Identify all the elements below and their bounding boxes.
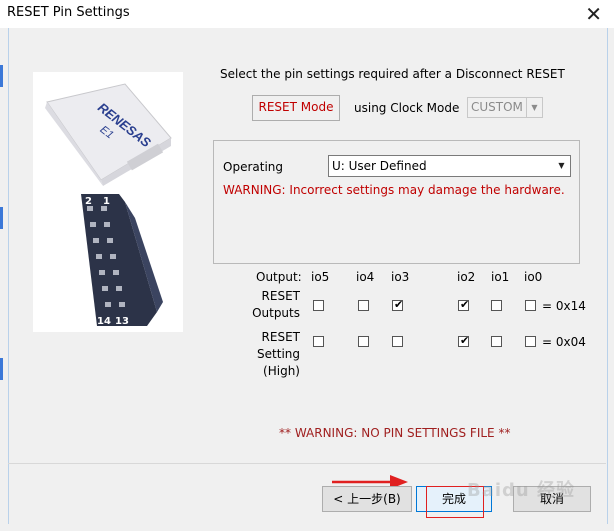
pin-checkbox-io1[interactable]	[491, 336, 502, 347]
device-image-panel: RENESAS E1 2 1 14 13	[33, 72, 183, 332]
pin-connector-icon: 2 1 14 13	[81, 194, 163, 327]
dropdown-arrow-icon: ▼	[558, 161, 565, 170]
reset-setting-value: = 0x04	[542, 335, 586, 349]
hardware-warning-text: WARNING: Incorrect settings may damage t…	[223, 183, 565, 197]
check-icon: ✔	[394, 298, 404, 311]
clock-mode-dropdown[interactable]: CUSTOM ▼	[467, 97, 543, 118]
close-icon[interactable]: ✕	[585, 2, 602, 26]
reset-outputs-label: RESET Outputs	[252, 289, 300, 320]
pin-checkbox-io4[interactable]	[358, 300, 369, 311]
pin-checkbox-io2[interactable]: ✔	[458, 334, 470, 347]
clock-mode-value: CUSTOM	[471, 100, 523, 114]
title-bar: RESET Pin Settings ✕	[0, 0, 614, 29]
svg-text:1: 1	[103, 196, 110, 207]
svg-text:13: 13	[115, 316, 129, 327]
footer-separator	[8, 463, 606, 464]
pin-checkbox-io1[interactable]	[491, 300, 502, 311]
svg-text:2: 2	[85, 196, 92, 207]
pin-file-warning: ** WARNING: NO PIN SETTINGS FILE **	[279, 426, 511, 440]
dropdown-arrow-icon: ▼	[526, 98, 542, 117]
pin-checkbox-io5[interactable]	[313, 336, 324, 347]
left-edge	[0, 28, 8, 531]
instruction-text: Select the pin settings required after a…	[220, 67, 565, 81]
operating-mode-label: Operating Mode	[223, 160, 283, 174]
operating-mode-dropdown[interactable]: U: User Defined ▼	[328, 155, 571, 177]
window-title: RESET Pin Settings	[7, 5, 130, 20]
output-header-label: Output:	[256, 270, 302, 284]
column-io4: io4	[356, 270, 375, 284]
reset-outputs-value: = 0x14	[542, 299, 586, 313]
pin-checkbox-io3[interactable]	[392, 336, 403, 347]
column-io5: io5	[311, 270, 330, 284]
baidu-watermark: Baidu 经验	[467, 480, 576, 501]
emulator-device-icon: RENESAS E1	[45, 83, 172, 186]
svg-text:14: 14	[97, 316, 111, 327]
column-io1: io1	[491, 270, 510, 284]
column-io3: io3	[391, 270, 410, 284]
check-icon: ✔	[460, 298, 470, 311]
column-io0: io0	[524, 270, 543, 284]
column-io2: io2	[457, 270, 476, 284]
pin-checkbox-io0[interactable]	[525, 300, 536, 311]
using-clock-mode-label: using Clock Mode	[354, 101, 460, 115]
operating-mode-value: U: User Defined	[332, 159, 427, 173]
bottom-edge	[0, 524, 614, 531]
reset-mode-button[interactable]: RESET Mode	[252, 95, 340, 121]
pin-checkbox-io0[interactable]	[525, 336, 536, 347]
check-icon: ✔	[460, 334, 470, 347]
pin-checkbox-io5[interactable]	[313, 300, 324, 311]
pin-checkbox-io4[interactable]	[358, 336, 369, 347]
back-button[interactable]: < 上一步(B)	[322, 486, 412, 512]
pin-checkbox-io2[interactable]: ✔	[458, 298, 470, 311]
reset-setting-label: RESET Setting (High)	[257, 330, 300, 378]
pin-checkbox-io3[interactable]: ✔	[392, 298, 404, 311]
